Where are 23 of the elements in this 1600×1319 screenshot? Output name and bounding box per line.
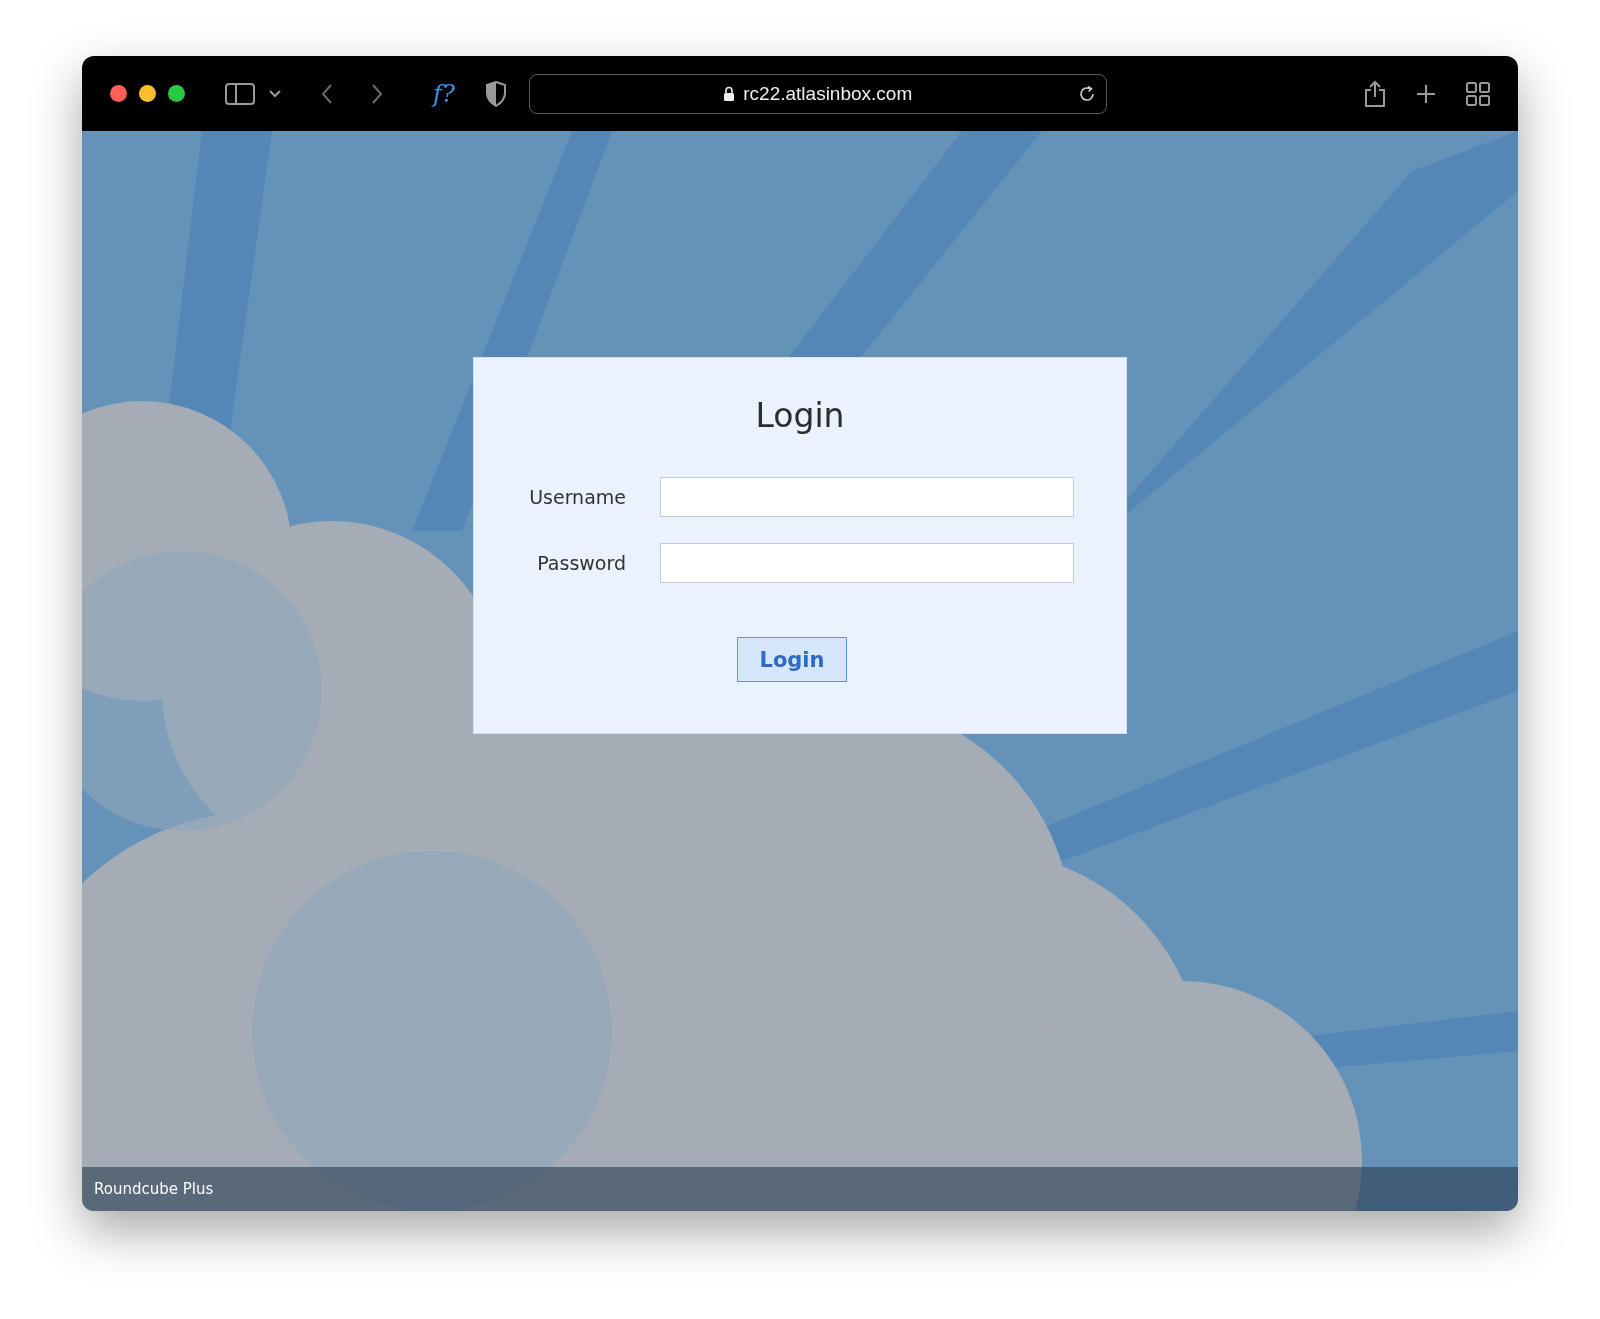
back-icon[interactable]	[321, 83, 333, 104]
zoom-icon[interactable]	[168, 85, 185, 102]
login-button[interactable]: Login	[737, 637, 847, 682]
login-title: Login	[755, 396, 845, 435]
footer-text: Roundcube Plus	[94, 1180, 214, 1198]
lock-icon	[723, 85, 736, 102]
minimize-icon[interactable]	[139, 85, 156, 102]
forward-icon[interactable]	[371, 83, 383, 104]
extension-button[interactable]: f?	[433, 79, 455, 108]
shield-icon[interactable]	[484, 80, 507, 107]
sidebar-icon[interactable]	[225, 81, 255, 106]
field-label: Password	[536, 552, 626, 574]
tab-overview-icon[interactable]	[1466, 81, 1490, 106]
input-field[interactable]	[660, 543, 1074, 583]
chevron-down-icon[interactable]	[269, 89, 281, 98]
field-label: Username	[528, 486, 626, 508]
reload-icon[interactable]	[1077, 84, 1096, 103]
plus-icon[interactable]	[1416, 83, 1436, 104]
url-text: rc22.atlasinbox.com	[743, 82, 913, 105]
close-icon[interactable]	[110, 85, 127, 102]
input-field[interactable]	[660, 477, 1074, 517]
address-bar[interactable]: rc22.atlasinbox.com	[528, 73, 1107, 114]
share-icon[interactable]	[1364, 79, 1386, 108]
